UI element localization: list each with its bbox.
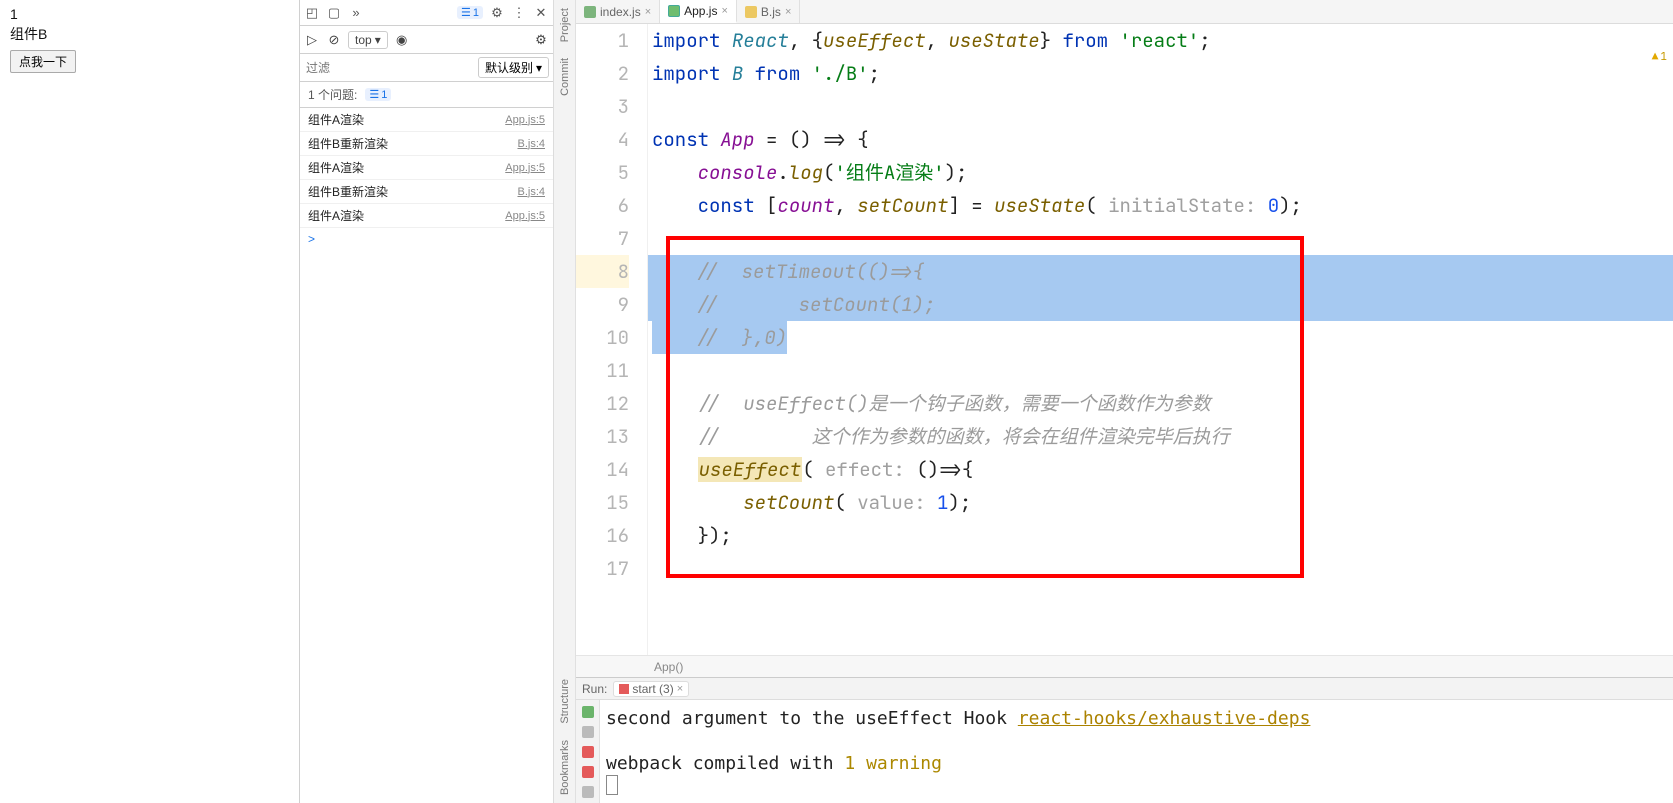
code-line: // setTimeout(()=>{ xyxy=(652,255,1673,288)
warning-text: 1 warning xyxy=(844,753,942,774)
tab-commit[interactable]: Commit xyxy=(557,50,573,104)
code-line xyxy=(652,552,1673,570)
code-line: useEffect( effect: ()=>{ xyxy=(652,453,1673,486)
console-row: 组件B重新渲染B.js:4 xyxy=(300,132,553,156)
left-tool-tabs: Project Commit Structure Bookmarks xyxy=(554,0,576,803)
console-toolbar: ▷ ⊘ top ▾ ◉ ⚙ xyxy=(300,26,553,54)
breadcrumb[interactable]: App() xyxy=(576,655,1673,677)
clear-icon[interactable]: ⊘ xyxy=(326,32,342,48)
run-header: Run: start (3) × xyxy=(576,678,1673,700)
tab-b-js[interactable]: B.js× xyxy=(737,0,800,23)
tab-structure[interactable]: Structure xyxy=(557,671,573,732)
more-tabs-icon[interactable]: » xyxy=(348,5,364,20)
output-text: webpack compiled with xyxy=(606,753,844,774)
more-icon[interactable] xyxy=(582,786,594,798)
filter-input[interactable] xyxy=(304,59,472,77)
tab-project[interactable]: Project xyxy=(557,0,573,50)
code-line: const App = () => { xyxy=(652,123,1673,156)
code-line: const [count, setCount] = useState( init… xyxy=(652,189,1673,222)
source-link[interactable]: App.js:5 xyxy=(505,162,545,174)
js-file-icon xyxy=(745,6,757,18)
issues-label: 1 个问题: xyxy=(308,86,357,103)
browser-preview-panel: 1 组件B 点我一下 xyxy=(0,0,300,803)
tab-app-js[interactable]: App.js× xyxy=(660,0,737,23)
console-row: 组件B重新渲染B.js:4 xyxy=(300,180,553,204)
output-text: second argument to the useEffect Hook xyxy=(606,708,1018,729)
tab-bookmarks[interactable]: Bookmarks xyxy=(557,732,573,803)
scope-dropdown[interactable]: top ▾ xyxy=(348,31,388,49)
lint-rule-link[interactable]: react-hooks/exhaustive-deps xyxy=(1018,708,1311,729)
eye-icon[interactable]: ◉ xyxy=(394,32,410,48)
stop-all-icon[interactable] xyxy=(582,766,594,778)
settings-icon[interactable]: ⚙ xyxy=(489,5,505,21)
source-link[interactable]: B.js:4 xyxy=(517,186,545,198)
source-link[interactable]: B.js:4 xyxy=(517,138,545,150)
code-line: }); xyxy=(652,519,1673,552)
code-line: // 这个作为参数的函数，将会在组件渲染完毕后执行 xyxy=(652,420,1673,453)
console-prompt[interactable]: > xyxy=(300,228,553,250)
close-icon[interactable]: × xyxy=(785,6,791,18)
close-icon[interactable]: × xyxy=(645,6,651,18)
console-row: 组件A渲染App.js:5 xyxy=(300,108,553,132)
console-output[interactable]: 组件A渲染App.js:5 组件B重新渲染B.js:4 组件A渲染App.js:… xyxy=(300,108,553,803)
source-link[interactable]: App.js:5 xyxy=(505,210,545,222)
close-devtools-icon[interactable]: ✕ xyxy=(533,5,549,21)
play-icon[interactable]: ▷ xyxy=(304,32,320,48)
preview-text-2: 组件B xyxy=(10,24,289,44)
console-row: 组件A渲染App.js:5 xyxy=(300,156,553,180)
step-icon[interactable] xyxy=(582,726,594,738)
code-line: import React, {useEffect, useState} from… xyxy=(652,24,1673,57)
run-tool-window: Run: start (3) × second argument to the … xyxy=(576,677,1673,803)
preview-text-1: 1 xyxy=(10,6,289,22)
run-label: Run: xyxy=(582,682,607,696)
close-icon[interactable]: × xyxy=(721,5,727,17)
code-line: setCount( value: 1); xyxy=(652,486,1673,519)
close-icon[interactable]: × xyxy=(677,683,683,695)
console-settings-icon[interactable]: ⚙ xyxy=(533,32,549,48)
run-tab[interactable]: start (3) × xyxy=(613,681,689,697)
tab-index-js[interactable]: index.js× xyxy=(576,0,660,23)
code-line: console.log('组件A渲染'); xyxy=(652,156,1673,189)
code-line: // useEffect()是一个钩子函数，需要一个函数作为参数 xyxy=(652,387,1673,420)
code-line: // },0) xyxy=(652,321,1673,354)
run-output[interactable]: second argument to the useEffect Hook re… xyxy=(600,700,1673,803)
js-file-icon xyxy=(584,6,596,18)
issues-badge: ☰ 1 xyxy=(365,88,391,101)
source-link[interactable]: App.js:5 xyxy=(505,114,545,126)
code-line xyxy=(652,222,1673,255)
preview-button[interactable]: 点我一下 xyxy=(10,50,76,73)
device-icon[interactable]: ▢ xyxy=(326,5,342,21)
code-editor[interactable]: ▲1 123 456 789 101112 131415 1617 import… xyxy=(576,24,1673,655)
rerun-icon[interactable] xyxy=(582,706,594,718)
gutter: 123 456 789 101112 131415 1617 xyxy=(576,24,648,655)
terminal-cursor xyxy=(606,775,618,795)
devtools-panel: ◰ ▢ » ☰ 1 ⚙ ⋮ ✕ ▷ ⊘ top ▾ ◉ ⚙ 默认级别 ▾ 1 个… xyxy=(300,0,554,803)
log-level-dropdown[interactable]: 默认级别 ▾ xyxy=(478,57,549,78)
js-file-icon xyxy=(668,5,680,17)
messages-badge[interactable]: ☰ 1 xyxy=(457,6,483,19)
run-config-icon xyxy=(619,684,629,694)
code-line xyxy=(652,354,1673,387)
stop-icon[interactable] xyxy=(582,746,594,758)
code-content[interactable]: import React, {useEffect, useState} from… xyxy=(648,24,1673,655)
editor-area: index.js× App.js× B.js× ▲1 123 456 789 1… xyxy=(576,0,1673,803)
code-line: import B from './B'; xyxy=(652,57,1673,90)
issues-bar[interactable]: 1 个问题: ☰ 1 xyxy=(300,82,553,108)
console-filter-row: 默认级别 ▾ xyxy=(300,54,553,82)
code-line xyxy=(652,90,1673,123)
run-side-toolbar xyxy=(576,700,600,803)
devtools-toolbar: ◰ ▢ » ☰ 1 ⚙ ⋮ ✕ xyxy=(300,0,553,26)
inspect-icon[interactable]: ◰ xyxy=(304,5,320,21)
menu-icon[interactable]: ⋮ xyxy=(511,5,527,21)
console-row: 组件A渲染App.js:5 xyxy=(300,204,553,228)
file-tabs: index.js× App.js× B.js× xyxy=(576,0,1673,24)
browser-content: 1 组件B 点我一下 xyxy=(0,0,299,803)
